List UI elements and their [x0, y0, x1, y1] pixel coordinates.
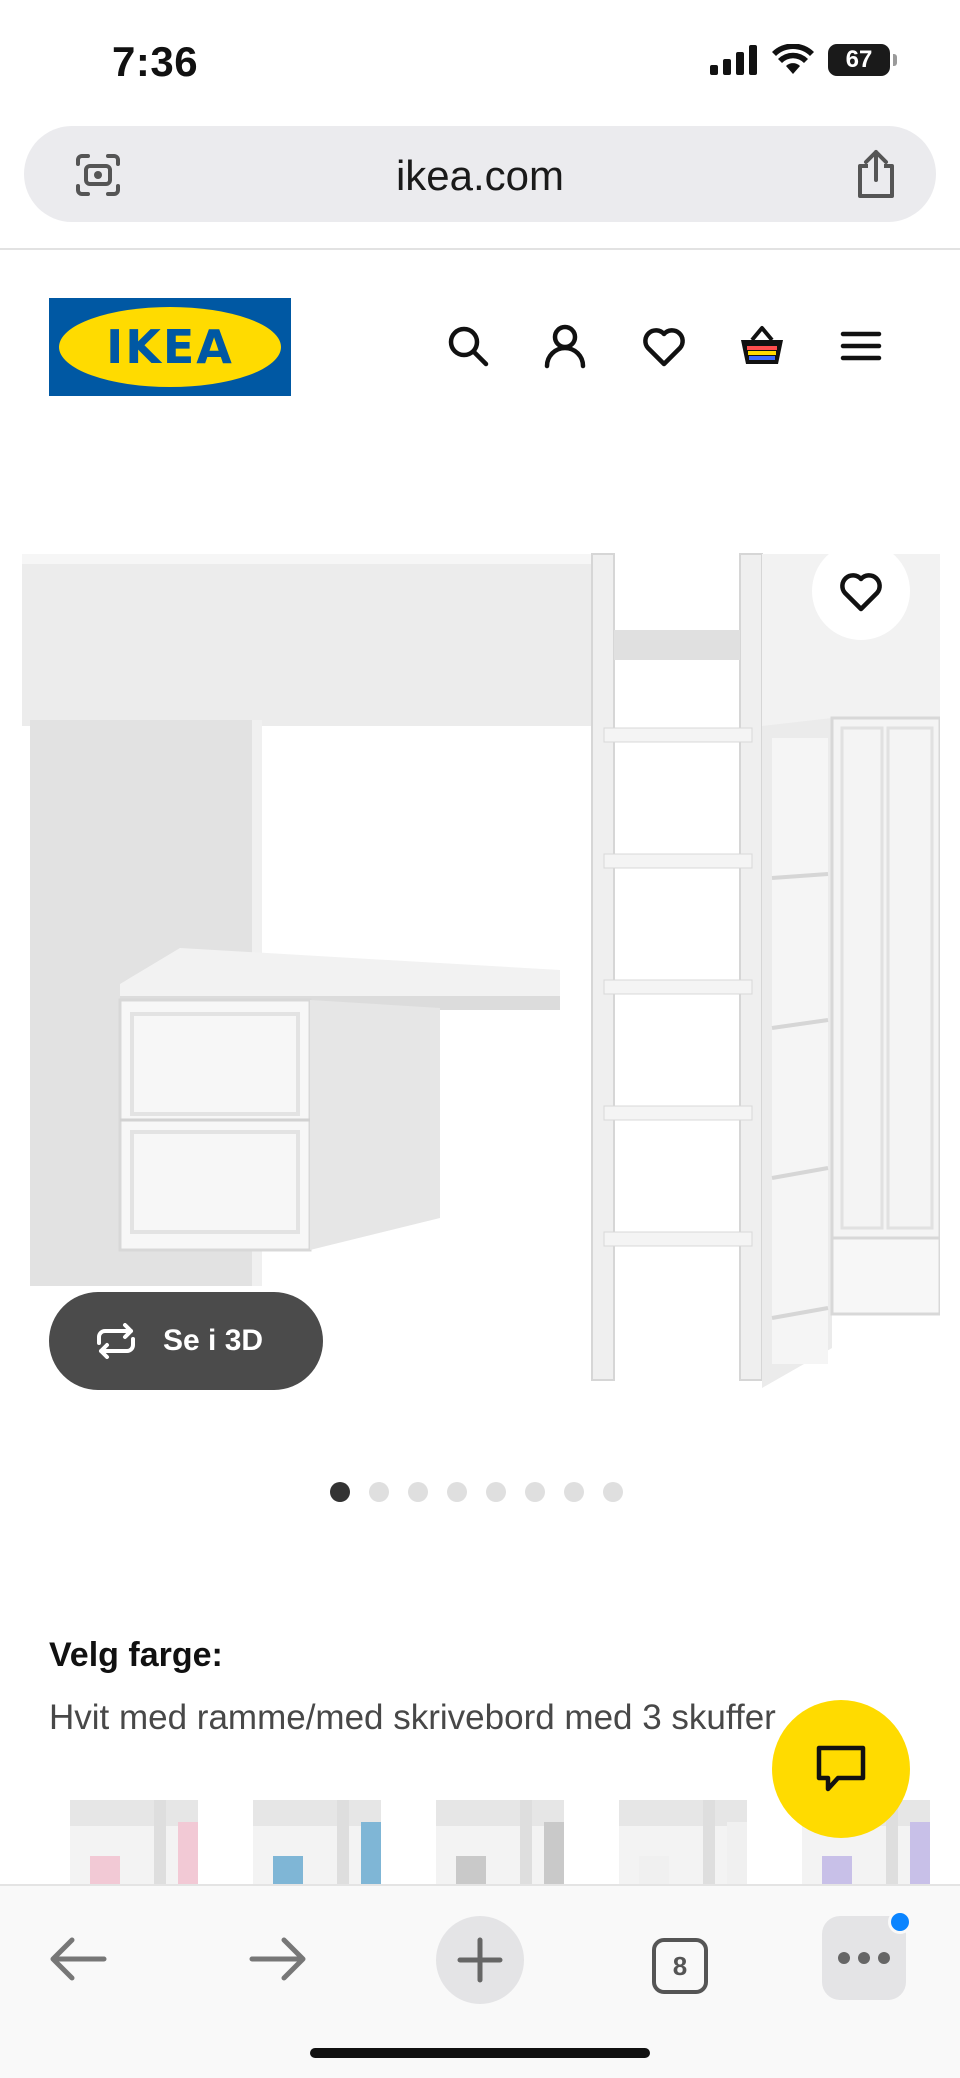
swatch-ladder	[337, 1800, 349, 1890]
wifi-icon	[772, 44, 814, 74]
swatch-ladder	[154, 1800, 166, 1890]
search-icon[interactable]	[444, 322, 492, 370]
divider	[0, 248, 960, 250]
chat-button[interactable]	[772, 1700, 910, 1838]
swatch-door	[727, 1822, 747, 1890]
chat-icon	[816, 1745, 866, 1792]
swatch-door	[361, 1822, 381, 1890]
carousel-dot[interactable]	[447, 1482, 467, 1502]
carousel-dot[interactable]	[525, 1482, 545, 1502]
view-3d-button[interactable]: Se i 3D	[49, 1292, 323, 1390]
carousel-dot[interactable]	[603, 1482, 623, 1502]
notification-dot	[888, 1910, 912, 1934]
carousel-dot[interactable]	[330, 1482, 350, 1502]
status-time: 7:36	[112, 38, 199, 85]
share-icon[interactable]	[854, 148, 898, 200]
status-bar: 7:36 67	[0, 0, 960, 120]
image-carousel-dots	[330, 1482, 623, 1502]
logo-oval: IKEA	[59, 307, 281, 387]
carousel-dot[interactable]	[369, 1482, 389, 1502]
new-tab-icon	[457, 1937, 503, 1983]
new-tab-button[interactable]	[436, 1916, 524, 2004]
url-text[interactable]: ikea.com	[24, 152, 936, 200]
view-3d-label: Se i 3D	[163, 1324, 264, 1357]
color-value: Hvit med ramme/med skrivebord med 3 skuf…	[49, 1698, 776, 1737]
basket-icon[interactable]	[738, 322, 786, 370]
carousel-dot[interactable]	[486, 1482, 506, 1502]
heart-icon[interactable]	[640, 322, 688, 370]
favorite-button[interactable]	[812, 542, 910, 640]
url-bar[interactable]: ikea.com	[24, 126, 936, 222]
color-swatch[interactable]	[619, 1800, 747, 1890]
status-icons: 67	[710, 44, 897, 76]
more-icon	[838, 1952, 890, 1964]
home-indicator	[310, 2048, 650, 2058]
back-icon[interactable]	[48, 1936, 108, 1982]
carousel-dot[interactable]	[564, 1482, 584, 1502]
logo-text: IKEA	[106, 320, 234, 374]
browser-toolbar: 8	[0, 1884, 960, 2078]
color-heading: Velg farge:	[49, 1636, 223, 1674]
account-icon[interactable]	[541, 322, 589, 370]
menu-icon[interactable]	[837, 322, 885, 370]
battery-icon: 67	[828, 44, 897, 76]
forward-icon[interactable]	[248, 1936, 308, 1982]
heart-icon	[840, 573, 882, 612]
carousel-dot[interactable]	[408, 1482, 428, 1502]
color-swatch[interactable]	[70, 1800, 198, 1890]
swatch-ladder	[520, 1800, 532, 1890]
swatch-door	[910, 1822, 930, 1890]
swatch-ladder	[703, 1800, 715, 1890]
color-swatch[interactable]	[253, 1800, 381, 1890]
swatch-door	[544, 1822, 564, 1890]
color-swatch[interactable]	[436, 1800, 564, 1890]
signal-icon	[710, 45, 757, 75]
ikea-logo[interactable]: IKEA	[49, 298, 291, 396]
tabs-icon[interactable]: 8	[652, 1938, 708, 1994]
swatch-door	[178, 1822, 198, 1890]
rotate-3d-icon	[97, 1323, 135, 1359]
